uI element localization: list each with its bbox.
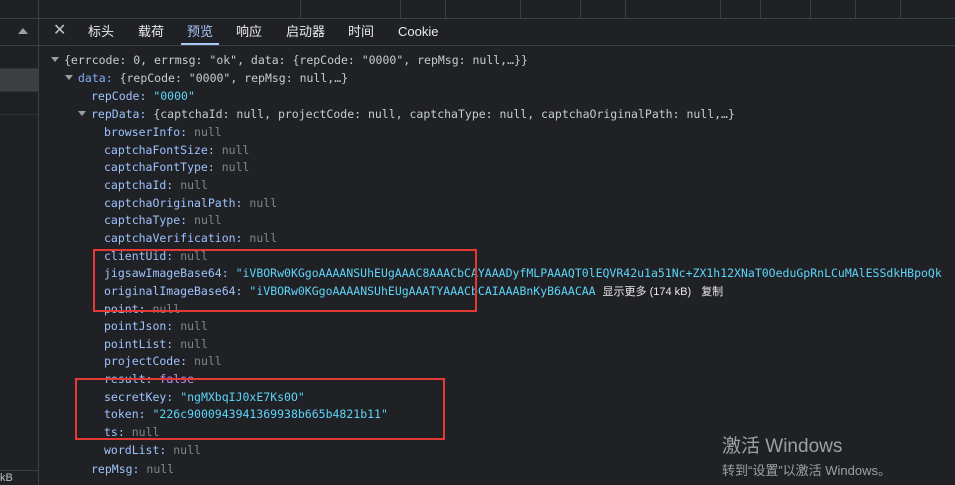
- request-list-panel: kB: [0, 19, 39, 485]
- tab-initiator[interactable]: 启动器: [286, 19, 325, 45]
- field-value: "ngMXbqIJ0xE7Ks0O": [180, 389, 305, 404]
- field-key: originalImageBase64:: [104, 283, 243, 298]
- repdata-field: jigsawImageBase64: "iVBORw0KGgoAAAANSUhE…: [104, 265, 942, 283]
- tab-cookies[interactable]: Cookie: [398, 19, 438, 45]
- top-toolbar-strip: [0, 0, 955, 19]
- repdata-field: captchaFontSize: null: [104, 142, 249, 160]
- field-value: null: [180, 319, 208, 334]
- repdata-field: projectCode: null: [104, 353, 222, 371]
- field-key: ts:: [104, 425, 125, 440]
- close-icon[interactable]: ✕: [53, 22, 69, 40]
- field-key: pointJson:: [104, 319, 174, 334]
- field-value: null: [131, 425, 160, 440]
- repdata-field: originalImageBase64: "iVBORw0KGgoAAAANSU…: [104, 283, 723, 301]
- field-value: "226c9000943941369938b665b4821b11": [152, 407, 388, 422]
- field-key: captchaOriginalPath:: [104, 195, 243, 210]
- copy-button[interactable]: 复制: [701, 286, 723, 298]
- field-value: "iVBORw0KGgoAAAANSUhEUgAAAC8AAACbCAYAAAD…: [235, 266, 942, 281]
- repdata-field: secretKey: "ngMXbqIJ0xE7Ks0O": [104, 389, 305, 407]
- tree-node-data[interactable]: data: {repCode: "0000", repMsg: null,…}: [65, 70, 348, 88]
- field-key: wordList:: [104, 442, 167, 457]
- field-key: point:: [104, 301, 146, 316]
- field-value: null: [180, 177, 208, 192]
- tab-timing[interactable]: 时间: [348, 19, 374, 45]
- field-key: token:: [104, 407, 146, 422]
- tab-headers[interactable]: 标头: [88, 19, 114, 45]
- field-key: browserInfo:: [104, 125, 188, 139]
- repdata-field: wordList: null: [104, 442, 201, 460]
- field-key: captchaFontType:: [104, 160, 215, 175]
- repdata-field: captchaId: null: [104, 177, 208, 195]
- windows-activation-watermark: 激活 Windows 转到“设置”以激活 Windows。: [722, 436, 892, 478]
- repdata-field: browserInfo: null: [104, 124, 222, 142]
- tree-node-repcode: repCode: "0000": [91, 89, 195, 103]
- detail-tabbar: ✕ 标头 载荷 预览 响应 启动器 时间 Cookie: [39, 19, 955, 46]
- tab-response[interactable]: 响应: [236, 19, 262, 45]
- field-value: null: [194, 354, 222, 369]
- show-more-link[interactable]: 显示更多 (174 kB): [603, 286, 692, 298]
- repdata-field: token: "226c9000943941369938b665b4821b11…: [104, 406, 388, 424]
- field-key: secretKey:: [104, 389, 174, 404]
- repdata-field: result: false: [104, 371, 194, 389]
- sort-up-icon[interactable]: [18, 28, 28, 34]
- field-value: null: [194, 213, 222, 228]
- json-preview-tree: {errcode: 0, errmsg: "ok", data: {repCod…: [39, 46, 955, 485]
- field-value: null: [249, 195, 278, 210]
- field-value: null: [221, 160, 250, 175]
- field-value: null: [152, 301, 181, 316]
- field-value: null: [173, 442, 201, 457]
- repdata-field: captchaType: null: [104, 212, 222, 230]
- repdata-field: captchaVerification: null: [104, 230, 277, 248]
- field-value: null: [249, 230, 278, 245]
- field-key: captchaFontSize:: [104, 142, 215, 157]
- repdata-field: clientUid: null: [104, 248, 208, 266]
- field-key: jigsawImageBase64:: [104, 266, 229, 281]
- request-row[interactable]: [0, 92, 38, 115]
- field-value: null: [180, 336, 208, 351]
- tab-payload[interactable]: 载荷: [138, 19, 164, 45]
- field-value: null: [194, 125, 222, 139]
- request-row-selected[interactable]: [0, 69, 38, 92]
- field-key: captchaId:: [104, 177, 174, 192]
- field-value: null: [180, 248, 208, 263]
- field-value: "iVBORw0KGgoAAAANSUhEUgAAATYAAACbCAIAAAB…: [249, 283, 596, 298]
- tab-preview[interactable]: 预览: [180, 19, 220, 45]
- field-value: null: [221, 142, 250, 157]
- tree-root[interactable]: {errcode: 0, errmsg: "ok", data: {repCod…: [51, 52, 528, 70]
- field-key: pointList:: [104, 336, 174, 351]
- repdata-field: captchaOriginalPath: null: [104, 195, 277, 213]
- transfer-size-status: kB: [0, 470, 38, 485]
- field-key: projectCode:: [104, 354, 188, 369]
- field-key: clientUid:: [104, 248, 174, 263]
- repdata-field: pointList: null: [104, 336, 208, 354]
- field-key: captchaType:: [104, 213, 188, 228]
- repdata-field: captchaFontType: null: [104, 159, 249, 177]
- field-key: captchaVerification:: [104, 230, 243, 245]
- repdata-field: pointJson: null: [104, 318, 208, 336]
- collapse-triangle-icon[interactable]: [78, 111, 86, 116]
- tree-node-repdata[interactable]: repData: {captchaId: null, projectCode: …: [78, 106, 735, 124]
- field-key: result:: [104, 372, 153, 387]
- collapse-triangle-icon[interactable]: [51, 57, 59, 62]
- request-list-header[interactable]: [0, 19, 38, 46]
- request-row[interactable]: [0, 46, 38, 69]
- repdata-field: point: null: [104, 301, 180, 319]
- collapse-triangle-icon[interactable]: [65, 75, 73, 80]
- field-value: false: [159, 372, 195, 387]
- tree-node-repmsg: repMsg: null: [91, 462, 175, 476]
- repdata-field: ts: null: [104, 424, 159, 442]
